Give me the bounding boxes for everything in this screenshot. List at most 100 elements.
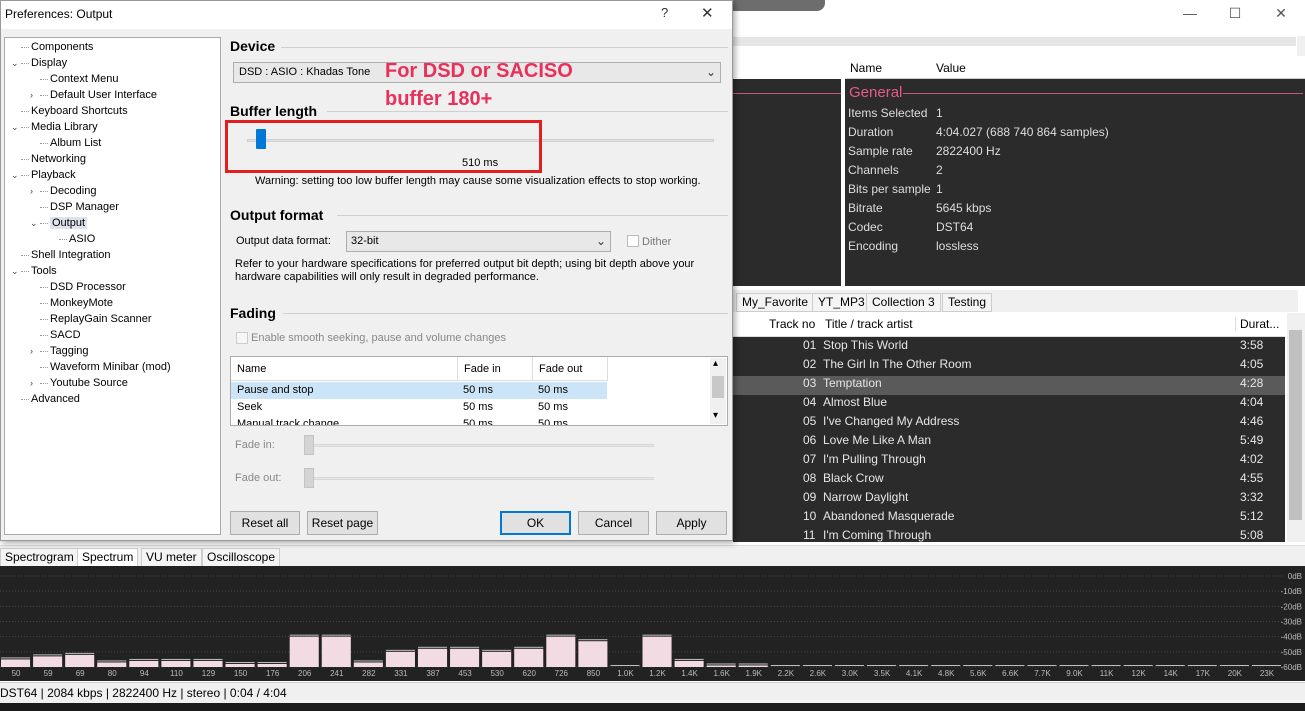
tab-yt-mp3[interactable]: YT_MP3 <box>812 293 871 312</box>
dialog-titlebar[interactable]: Preferences: Output ? ✕ <box>1 1 732 29</box>
tab-my-favorite[interactable]: My_Favorite <box>736 293 815 312</box>
seekbar[interactable] <box>733 37 1296 46</box>
expand-down-icon[interactable]: ⌄ <box>30 215 40 231</box>
tree-item[interactable]: MonkeyMote <box>30 295 113 311</box>
tree-connector <box>40 334 48 336</box>
tree-item[interactable]: Album List <box>30 135 101 151</box>
tree-item[interactable]: › Decoding <box>30 183 96 199</box>
scroll-up-icon[interactable]: ▴ <box>713 358 718 369</box>
track-row[interactable]: 03 Temptation 4:28 <box>733 376 1285 395</box>
fading-row[interactable]: Pause and stop 50 ms 50 ms <box>231 382 607 399</box>
output-format-dropdown[interactable]: 32-bit ⌄ <box>346 231 611 252</box>
fade-in-slider-track[interactable] <box>307 444 654 447</box>
track-row[interactable]: 10 Abandoned Masquerade 5:12 <box>733 509 1285 528</box>
frequency-label: 3.0K <box>842 669 859 678</box>
tree-item[interactable]: SACD <box>30 327 81 343</box>
fade-in-slider-thumb[interactable] <box>304 435 314 455</box>
tree-item[interactable]: Components <box>11 39 93 55</box>
tree-item[interactable]: › Tagging <box>30 343 89 359</box>
track-row[interactable]: 11 I'm Coming Through 5:08 <box>733 528 1285 542</box>
track-row[interactable]: 09 Narrow Daylight 3:32 <box>733 490 1285 509</box>
tree-item[interactable]: DSD Processor <box>30 279 126 295</box>
properties-col-name[interactable]: Name <box>850 61 882 75</box>
expand-right-icon[interactable]: › <box>30 87 40 103</box>
tab-spectrum[interactable]: Spectrum <box>77 548 139 567</box>
tab-testing[interactable]: Testing <box>942 293 993 312</box>
track-title: I'm Pulling Through <box>823 452 926 466</box>
properties-header: Name Value <box>845 57 1305 79</box>
track-row[interactable]: 06 Love Me Like A Man 5:49 <box>733 433 1285 452</box>
expand-down-icon[interactable]: ⌄ <box>11 55 21 71</box>
close-icon[interactable]: ✕ <box>701 4 714 22</box>
expand-down-icon[interactable]: ⌄ <box>11 119 21 135</box>
scroll-down-icon[interactable]: ▾ <box>713 410 718 421</box>
track-row[interactable]: 04 Almost Blue 4:04 <box>733 395 1285 414</box>
tab-oscilloscope[interactable]: Oscilloscope <box>202 548 281 567</box>
minimize-button[interactable]: — <box>1167 4 1213 22</box>
tree-item[interactable]: ⌄ Display <box>11 55 67 71</box>
tree-item[interactable]: Waveform Minibar (mod) <box>30 359 171 375</box>
tree-item[interactable]: › Default User Interface <box>30 87 157 103</box>
col-track-no[interactable]: Track no <box>769 317 815 331</box>
ok-button[interactable]: OK <box>500 511 571 535</box>
fading-row[interactable]: Seek 50 ms 50 ms <box>231 399 607 416</box>
fade-col-fade-in[interactable]: Fade in <box>458 357 533 381</box>
tree-item[interactable]: Advanced <box>11 391 80 407</box>
tree-item[interactable]: Networking <box>11 151 86 167</box>
spectrum-bar <box>578 641 608 667</box>
tree-item[interactable]: › Youtube Source <box>30 375 128 391</box>
close-window-button[interactable]: ✕ <box>1258 4 1304 22</box>
tree-item[interactable]: ⌄ Tools <box>11 263 57 279</box>
tree-item[interactable]: ASIO <box>49 231 95 247</box>
tree-item[interactable]: Keyboard Shortcuts <box>11 103 128 119</box>
tree-item[interactable]: ⌄ Output <box>30 215 88 231</box>
tree-item[interactable]: Context Menu <box>30 71 118 87</box>
spectrum-peak <box>257 661 287 663</box>
track-row[interactable]: 07 I'm Pulling Through 4:02 <box>733 452 1285 471</box>
fade-out-slider-track[interactable] <box>307 477 654 480</box>
expand-right-icon[interactable]: › <box>30 343 40 359</box>
expand-right-icon[interactable]: › <box>30 375 40 391</box>
track-row[interactable]: 02 The Girl In The Other Room 4:05 <box>733 357 1285 376</box>
tab-collection-3[interactable]: Collection 3 <box>866 293 941 312</box>
tree-item[interactable]: ReplayGain Scanner <box>30 311 152 327</box>
track-row[interactable]: 05 I've Changed My Address 4:46 <box>733 414 1285 433</box>
cancel-button[interactable]: Cancel <box>578 511 649 535</box>
frequency-label: 23K <box>1260 669 1275 678</box>
tree-item-label: Playback <box>31 169 76 181</box>
tree-item[interactable]: ⌄ Playback <box>11 167 76 183</box>
tab-vu-meter[interactable]: VU meter <box>141 548 202 567</box>
tab-spectrogram[interactable]: Spectrogram <box>0 548 79 567</box>
smooth-seeking-checkbox[interactable] <box>236 332 248 344</box>
tree-item[interactable]: ⌄ Media Library <box>11 119 98 135</box>
reset-all-button[interactable]: Reset all <box>230 511 300 535</box>
spectrum-peak <box>546 634 576 636</box>
dither-checkbox[interactable] <box>627 235 639 247</box>
top-scrollbar[interactable] <box>1297 36 1305 56</box>
frequency-label: 11K <box>1100 669 1114 678</box>
properties-col-value[interactable]: Value <box>936 61 966 75</box>
col-duration[interactable]: Durat... <box>1235 317 1279 331</box>
apply-button[interactable]: Apply <box>656 511 727 535</box>
fade-col-fade-out[interactable]: Fade out <box>533 357 608 381</box>
spectrum-peak <box>353 660 383 662</box>
fading-row[interactable]: Manual track change 50 ms 50 ms <box>231 416 607 425</box>
tree-item[interactable]: Shell Integration <box>11 247 111 263</box>
expand-down-icon[interactable]: ⌄ <box>11 167 21 183</box>
track-duration: 5:12 <box>1240 509 1264 523</box>
expand-right-icon[interactable]: › <box>30 183 40 199</box>
playlist-scroll-thumb[interactable] <box>1289 330 1302 520</box>
track-row[interactable]: 01 Stop This World 3:58 <box>733 338 1285 357</box>
expand-down-icon[interactable]: ⌄ <box>11 263 21 279</box>
fade-col-name[interactable]: Name <box>231 357 458 381</box>
fade-out-slider-thumb[interactable] <box>304 468 314 488</box>
tree-item[interactable]: DSP Manager <box>30 199 119 215</box>
col-title[interactable]: Title / track artist <box>825 317 913 331</box>
spectrum-peak <box>770 665 800 666</box>
spectrum-peak <box>1187 665 1217 666</box>
track-row[interactable]: 08 Black Crow 4:55 <box>733 471 1285 490</box>
help-button[interactable]: ? <box>661 5 668 20</box>
reset-page-button[interactable]: Reset page <box>307 511 378 535</box>
maximize-button[interactable]: ☐ <box>1212 4 1258 22</box>
fading-table-scroll-thumb[interactable] <box>712 376 724 398</box>
